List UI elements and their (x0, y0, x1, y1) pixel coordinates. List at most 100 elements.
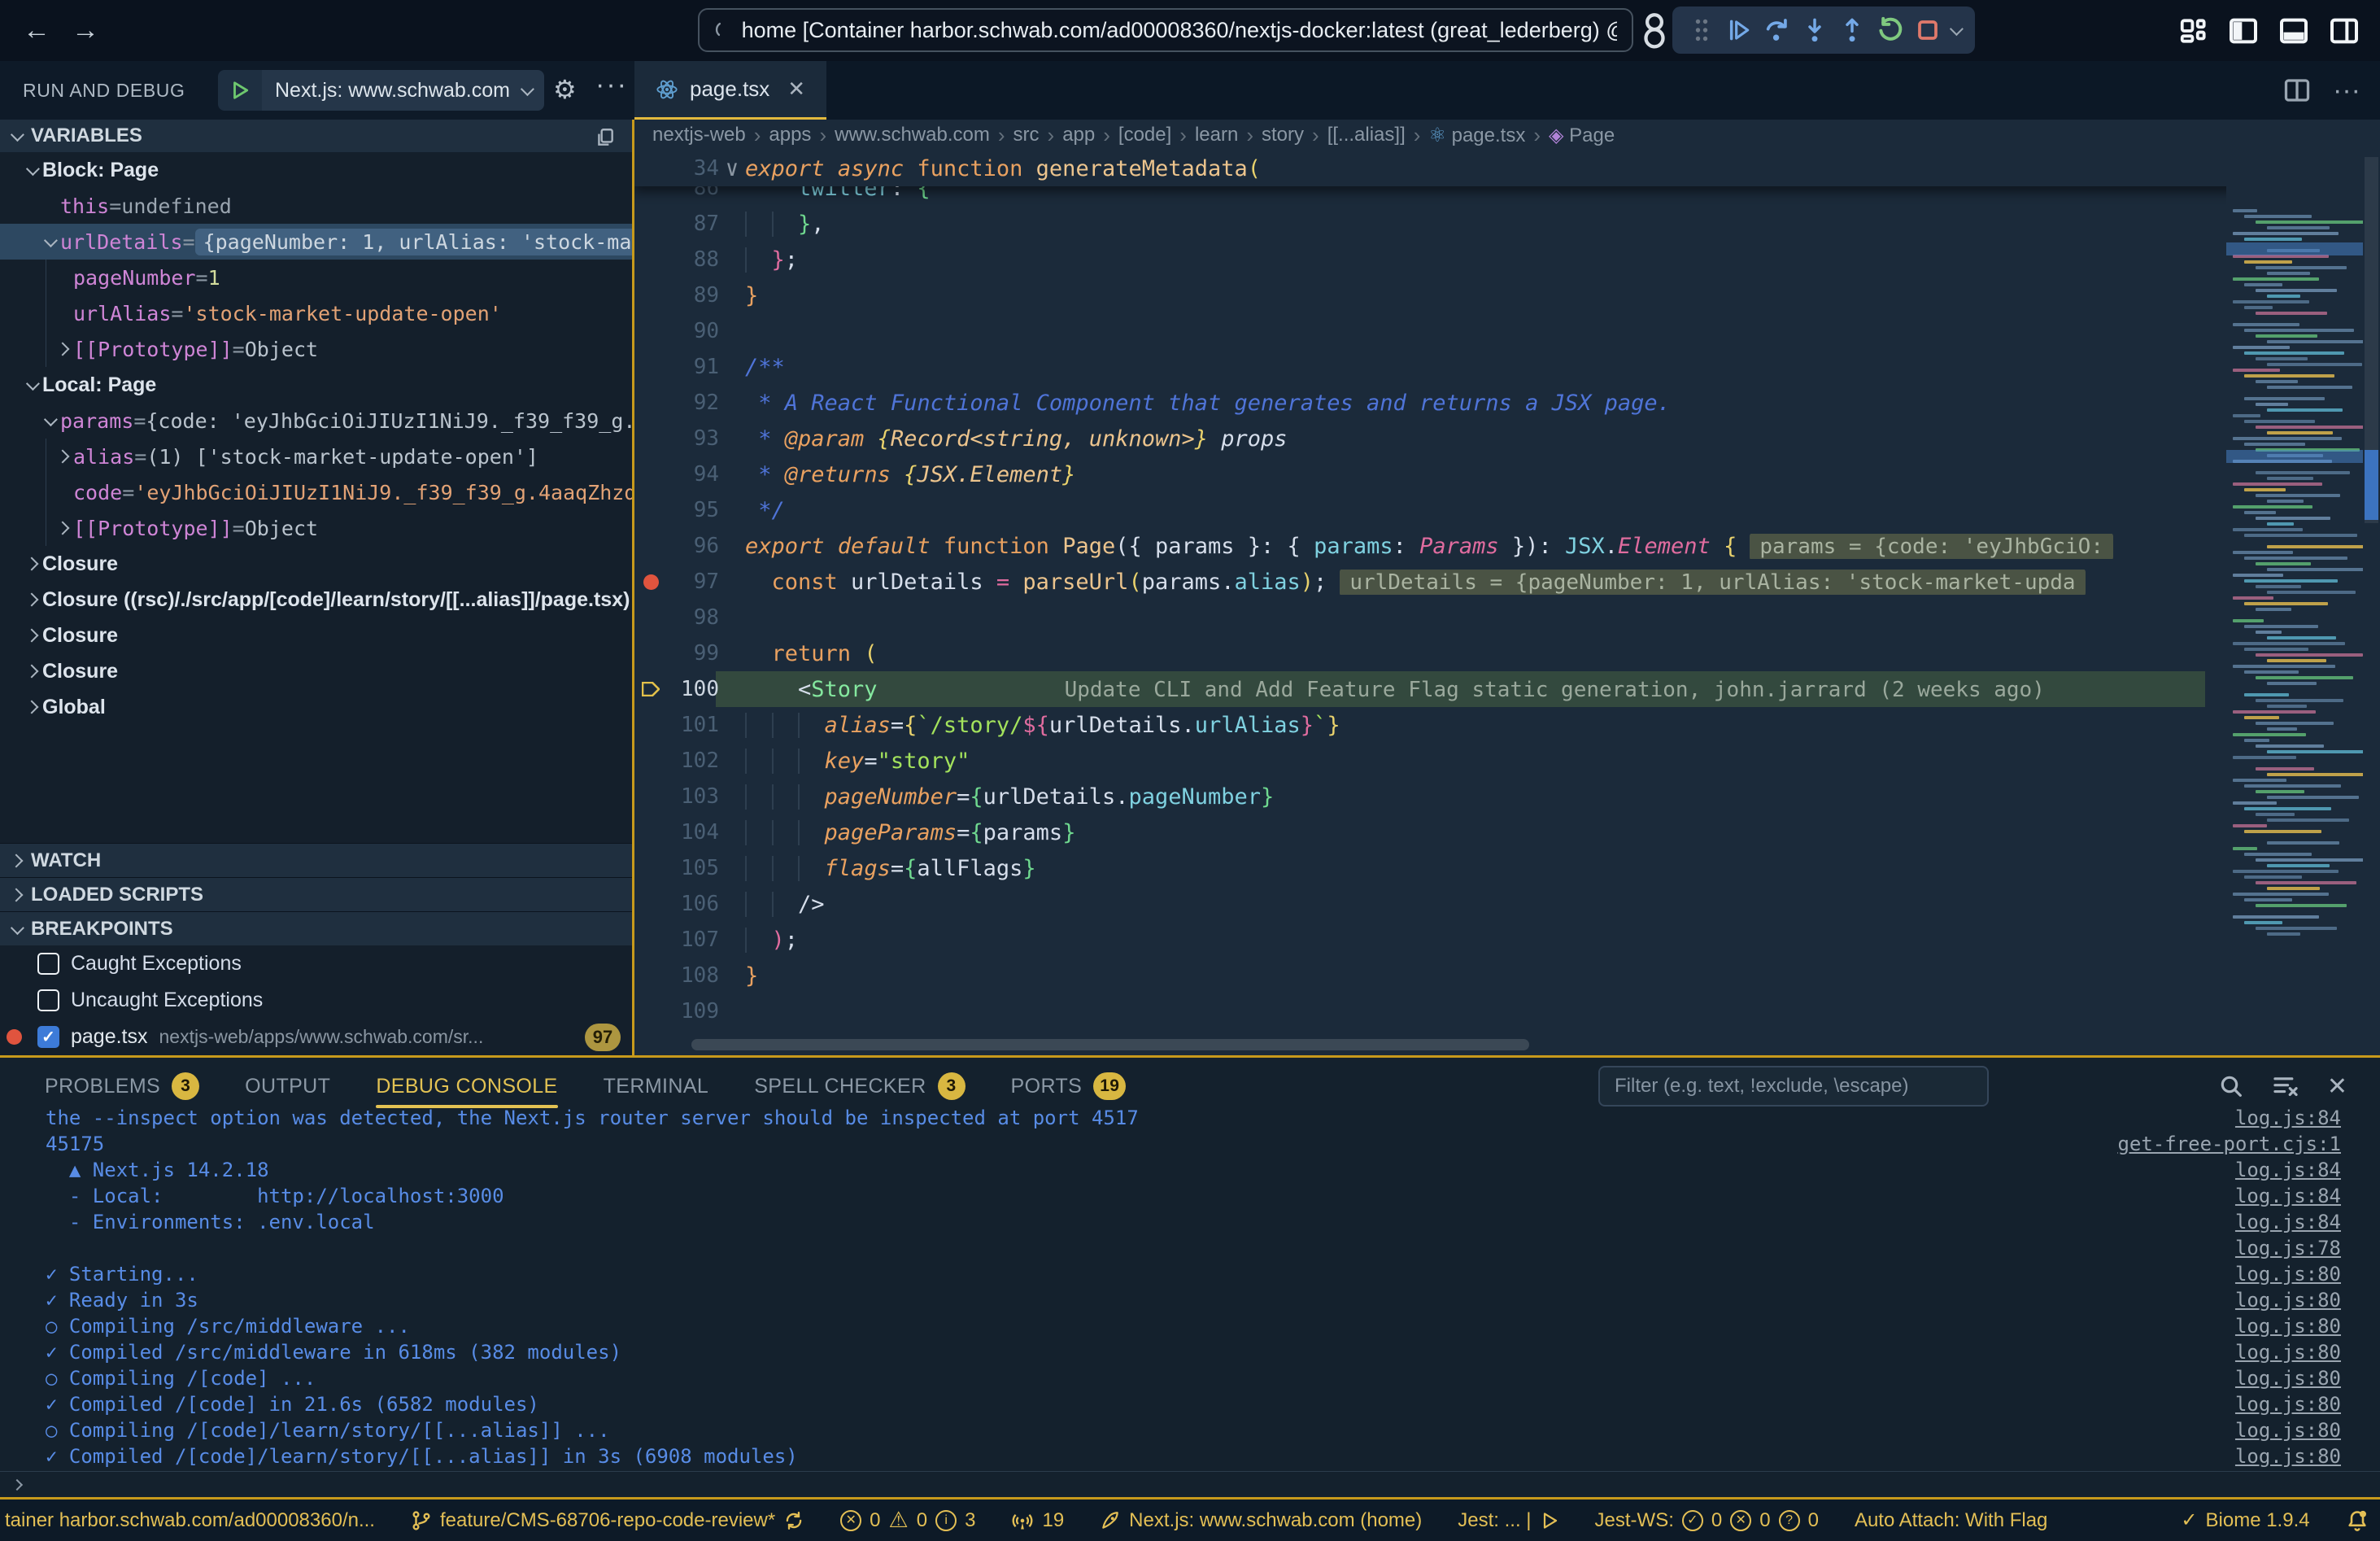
filter-input[interactable] (1598, 1066, 1989, 1107)
panel-tab-ports[interactable]: PORTS19 (1011, 1058, 1127, 1115)
variable-row[interactable]: Global (0, 689, 632, 725)
forward-icon[interactable]: → (72, 15, 99, 46)
variable-row[interactable]: alias = (1) ['stock-market-update-open'] (0, 439, 632, 474)
remote-indicator[interactable]: tainer harbor.schwab.com/ad00008360/n... (5, 1509, 375, 1532)
config-dropdown[interactable]: Next.js: www.schwab.com (262, 70, 544, 111)
restart-button[interactable] (1875, 15, 1904, 45)
tab-page-tsx[interactable]: page.tsx ✕ (634, 61, 826, 120)
code-line[interactable]: 104 pageParams={params} (634, 814, 2380, 850)
code-line[interactable]: 106 /> (634, 886, 2380, 922)
current-line-marker-icon[interactable] (634, 682, 667, 696)
code-line[interactable]: 103 pageNumber={urlDetails.pageNumber} (634, 779, 2380, 814)
drag-grip-icon[interactable] (1687, 15, 1716, 45)
chevron-down-icon[interactable] (1950, 22, 1964, 36)
command-center-url[interactable]: home [Container harbor.schwab.com/ad0000… (698, 8, 1633, 52)
checkbox-unchecked[interactable] (37, 989, 59, 1011)
breadcrumb-item[interactable]: ⚛ page.tsx (1428, 124, 1525, 147)
code-line[interactable]: 98 (634, 600, 2380, 635)
back-icon[interactable]: ← (23, 15, 50, 46)
code-line[interactable]: 88 }; (634, 242, 2380, 277)
code-line[interactable]: 105 flags={allFlags} (634, 850, 2380, 886)
code-line[interactable]: 91/** (634, 349, 2380, 385)
step-out-button[interactable] (1837, 15, 1867, 45)
checkbox-unchecked[interactable] (37, 953, 59, 975)
jest-ws-item[interactable]: Jest-WS: ✓ 0 ✕ 0 ? 0 (1595, 1509, 1819, 1532)
horizontal-scrollbar[interactable] (691, 1039, 1529, 1050)
panel-tab-problems[interactable]: PROBLEMS3 (45, 1058, 199, 1115)
code-line[interactable]: 90 (634, 313, 2380, 349)
git-branch-item[interactable]: feature/CMS-68706-repo-code-review* (411, 1509, 804, 1532)
variable-row[interactable]: [[Prototype]] = Object (0, 510, 632, 546)
breadcrumb-item[interactable]: [[...alias]] (1327, 124, 1406, 146)
step-into-button[interactable] (1800, 15, 1829, 45)
variable-row[interactable]: urlDetails = {pageNumber: 1, urlAlias: '… (0, 224, 632, 260)
source-link[interactable]: log.js:80 (2235, 1367, 2380, 1390)
source-link[interactable]: log.js:80 (2235, 1419, 2380, 1442)
panel-tab-output[interactable]: OUTPUT (245, 1058, 330, 1115)
source-link[interactable]: log.js:84 (2235, 1159, 2380, 1181)
breakpoint-caught-exceptions[interactable]: Caught Exceptions (0, 945, 632, 982)
close-icon[interactable]: ✕ (787, 76, 805, 102)
source-link[interactable]: log.js:84 (2235, 1211, 2380, 1233)
source-link[interactable]: log.js:80 (2235, 1289, 2380, 1312)
stop-button[interactable] (1913, 15, 1942, 45)
breadcrumb-item[interactable]: nextjs-web (652, 124, 746, 146)
variable-row[interactable]: [[Prototype]] = Object (0, 331, 632, 367)
variable-row[interactable]: this = undefined (0, 188, 632, 224)
breadcrumb-item[interactable]: src (1013, 124, 1040, 146)
minimap[interactable] (2226, 151, 2363, 1055)
source-link[interactable]: log.js:80 (2235, 1341, 2380, 1364)
breakpoint-page-tsx[interactable]: ✓ page.tsx nextjs-web/apps/www.schwab.co… (0, 1019, 632, 1055)
overview-ruler[interactable] (2363, 151, 2380, 1055)
breakpoint-dot-icon[interactable] (634, 574, 667, 590)
checkbox-checked[interactable]: ✓ (37, 1026, 59, 1048)
debug-target-item[interactable]: Next.js: www.schwab.com (home) (1100, 1509, 1422, 1532)
jest-item[interactable]: Jest: ... | (1458, 1509, 1558, 1532)
variable-row[interactable]: Closure ((rsc)/./src/app/[code]/learn/st… (0, 582, 632, 618)
section-loaded-scripts[interactable]: LOADED SCRIPTS (0, 877, 632, 911)
panel-tab-terminal[interactable]: TERMINAL (604, 1058, 709, 1115)
copy-icon[interactable] (595, 127, 616, 148)
variable-row[interactable]: urlAlias = 'stock-market-update-open' (0, 295, 632, 331)
toggle-panel-icon[interactable] (2278, 15, 2310, 47)
code-line[interactable]: 102 key="story" (634, 743, 2380, 779)
variable-row[interactable]: Closure (0, 618, 632, 653)
source-link[interactable]: log.js:78 (2235, 1237, 2380, 1259)
source-link[interactable]: get-free-port.cjs:1 (2117, 1133, 2380, 1155)
source-link[interactable]: log.js:80 (2235, 1445, 2380, 1468)
variable-row[interactable]: Closure (0, 546, 632, 582)
more-actions-icon[interactable]: ··· (2333, 75, 2360, 107)
code-line[interactable]: 97 const urlDetails = parseUrl(params.al… (634, 564, 2380, 600)
sticky-scroll-line[interactable]: 34∨export async function generateMetadat… (634, 151, 2363, 186)
variable-row[interactable]: pageNumber = 1 (0, 260, 632, 295)
panel-tab-debug-console[interactable]: DEBUG CONSOLE (376, 1058, 557, 1115)
code-line[interactable]: 100 <StoryUpdate CLI and Add Feature Fla… (634, 671, 2380, 707)
problems-item[interactable]: ✕ 0 ⚠ 0 i 3 (840, 1508, 975, 1533)
breadcrumb-item[interactable]: ◈ Page (1549, 124, 1615, 147)
customize-layout-icon[interactable] (2178, 15, 2209, 46)
gear-icon[interactable]: ⚙ (553, 74, 577, 105)
breadcrumb-item[interactable]: apps (769, 124, 811, 146)
source-link[interactable]: log.js:80 (2235, 1315, 2380, 1338)
source-link[interactable]: log.js:80 (2235, 1393, 2380, 1416)
code-line[interactable]: 99 return ( (634, 635, 2380, 671)
toggle-secondary-sidebar-icon[interactable] (2328, 15, 2360, 47)
code-line[interactable]: 89} (634, 277, 2380, 313)
breadcrumb-item[interactable]: app (1062, 124, 1095, 146)
panel-tab-spell-checker[interactable]: SPELL CHECKER3 (754, 1058, 965, 1115)
notifications-item[interactable] (2346, 1508, 2369, 1533)
variable-row[interactable]: Closure (0, 653, 632, 689)
code-line[interactable]: 107 ); (634, 922, 2380, 958)
code-line[interactable]: 101 alias={`/story/${urlDetails.urlAlias… (634, 707, 2380, 743)
close-panel-icon[interactable]: ✕ (2327, 1072, 2347, 1101)
code-line[interactable]: 93 * @param {Record<string, unknown>} pr… (634, 421, 2380, 456)
variable-row[interactable]: code = 'eyJhbGciOiJIUzI1NiJ9._f39_f39_g.… (0, 474, 632, 510)
biome-item[interactable]: ✓ Biome 1.9.4 (2181, 1508, 2309, 1532)
console-prompt[interactable] (0, 1471, 2380, 1497)
source-link[interactable]: log.js:84 (2235, 1185, 2380, 1207)
console-filter[interactable] (1598, 1066, 1989, 1107)
toggle-sidebar-icon[interactable] (2227, 15, 2260, 47)
more-actions-icon[interactable]: ··· (595, 69, 628, 101)
clear-console-icon[interactable] (2272, 1074, 2299, 1098)
breadcrumb-item[interactable]: learn (1195, 124, 1238, 146)
